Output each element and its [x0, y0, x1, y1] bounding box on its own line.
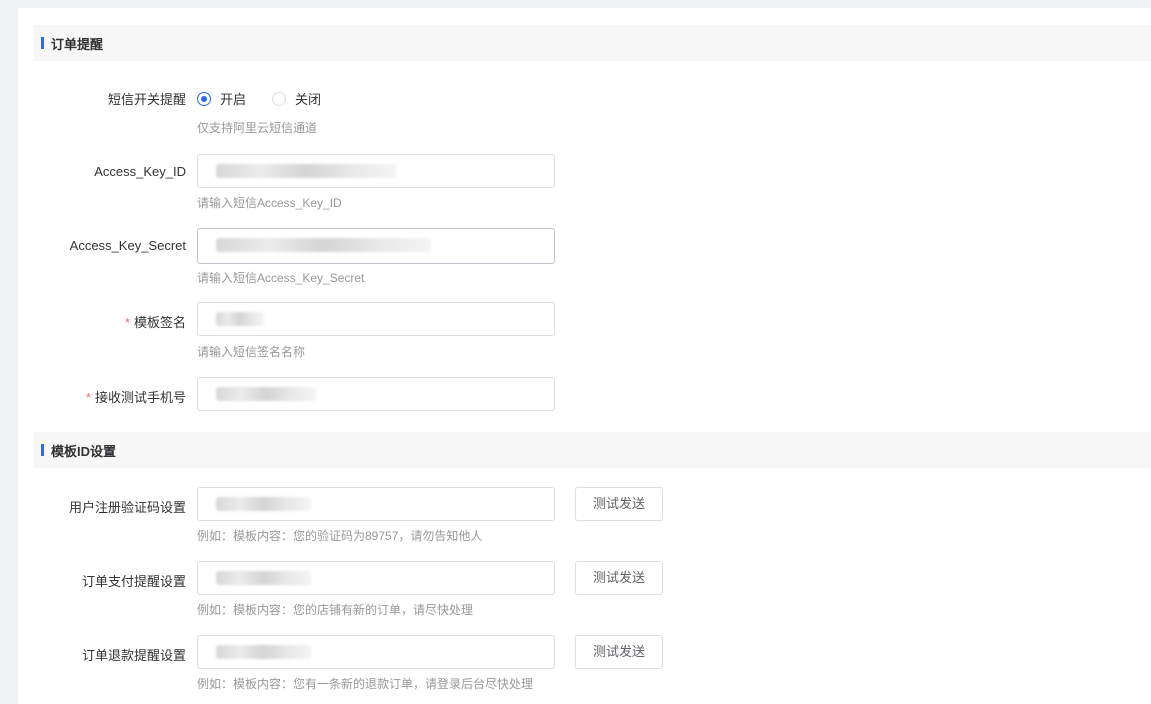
section-title: 订单提醒	[51, 36, 104, 52]
masked-value	[216, 238, 431, 252]
radio-off-label: 关闭	[295, 92, 322, 107]
masked-value	[216, 645, 311, 659]
access-key-secret-input[interactable]	[197, 228, 555, 264]
access-key-secret-hint: 请输入短信Access_Key_Secret	[197, 271, 365, 285]
radio-off[interactable]: 关闭	[272, 89, 321, 108]
access-key-id-input[interactable]	[197, 154, 555, 188]
test-send-button[interactable]: 测试发送	[575, 487, 663, 521]
test-send-button[interactable]: 测试发送	[575, 561, 663, 595]
radio-on-label: 开启	[220, 92, 247, 107]
sms-switch-label: 短信开关提醒	[107, 92, 186, 107]
test-phone-label: * 接收测试手机号	[86, 387, 186, 406]
masked-value	[216, 164, 396, 178]
radio-off-circle[interactable]	[272, 91, 286, 106]
order-refund-hint: 例如：模板内容：您有一条新的退款订单，请登录后台尽快处理	[197, 677, 534, 691]
access-key-id-hint: 请输入短信Access_Key_ID	[197, 196, 342, 210]
sms-switch-hint: 仅支持阿里云短信通道	[197, 121, 318, 135]
order-pay-label: 订单支付提醒设置	[81, 574, 186, 589]
test-send-button[interactable]: 测试发送	[575, 635, 663, 669]
order-pay-hint: 例如：模板内容：您的店铺有新的订单，请尽快处理	[197, 603, 474, 617]
masked-value	[216, 571, 311, 585]
order-refund-input[interactable]	[197, 635, 555, 669]
template-sign-label-text: 模板签名	[133, 315, 186, 330]
required-mark: *	[124, 315, 130, 330]
access-key-secret-label: Access_Key_Secret	[69, 238, 186, 253]
radio-on-circle[interactable]	[197, 91, 211, 106]
template-sign-hint: 请输入短信签名名称	[197, 345, 306, 359]
section-header-template-id: 模板ID设置	[34, 432, 1151, 468]
order-refund-label: 订单退款提醒设置	[81, 648, 186, 663]
section-accent-bar	[41, 37, 44, 49]
section-title: 模板ID设置	[51, 443, 117, 459]
access-key-id-label: Access_Key_ID	[94, 164, 186, 179]
masked-value	[216, 387, 316, 401]
test-phone-input[interactable]	[197, 377, 555, 411]
register-code-input[interactable]	[197, 487, 555, 521]
settings-panel: 订单提醒 短信开关提醒 开启 关闭 仅支持阿里云短信通道 Access_Key_…	[18, 8, 1151, 704]
required-mark: *	[85, 390, 91, 405]
section-accent-bar	[41, 444, 44, 456]
order-pay-input[interactable]	[197, 561, 555, 595]
register-code-hint: 例如：模板内容：您的验证码为89757，请勿告知他人	[197, 529, 483, 543]
masked-value	[216, 497, 311, 511]
register-code-label: 用户注册验证码设置	[68, 500, 186, 515]
template-sign-label: * 模板签名	[125, 312, 186, 331]
template-sign-input[interactable]	[197, 302, 555, 336]
section-header-order-reminder: 订单提醒	[34, 25, 1151, 61]
masked-value	[216, 312, 264, 326]
test-phone-label-text: 接收测试手机号	[94, 390, 186, 405]
radio-on[interactable]: 开启	[197, 89, 246, 108]
